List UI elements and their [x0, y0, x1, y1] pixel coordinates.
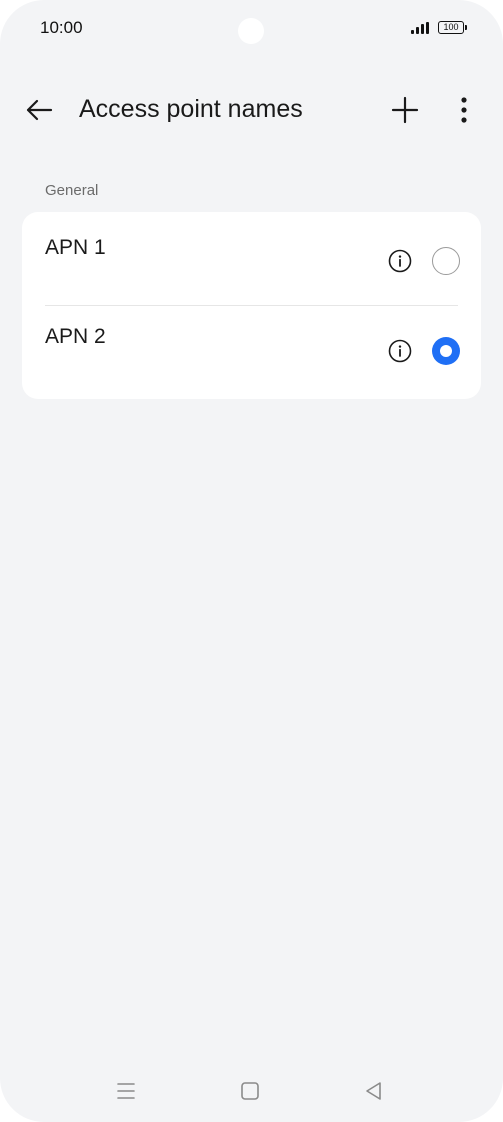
system-back-button[interactable] — [361, 1078, 387, 1104]
apn-2-radio[interactable] — [432, 337, 460, 365]
apn-row-2[interactable]: APN 2 — [22, 306, 481, 399]
camera-cutout — [238, 18, 264, 44]
menu-icon — [117, 1083, 135, 1099]
apn-1-radio[interactable] — [432, 247, 460, 275]
apn-row-1[interactable]: APN 1 — [22, 212, 481, 305]
back-button[interactable] — [22, 92, 58, 128]
more-vertical-icon — [461, 97, 467, 123]
apn-list-card: APN 1 APN 2 — [22, 212, 481, 399]
signal-icon — [411, 22, 433, 34]
apn-label: APN 2 — [45, 325, 106, 348]
apn-label: APN 1 — [45, 236, 106, 259]
more-options-button[interactable] — [452, 92, 476, 128]
apn-2-info-button[interactable] — [388, 339, 412, 363]
arrow-left-icon — [26, 99, 53, 121]
add-apn-button[interactable] — [388, 92, 422, 128]
recent-apps-button[interactable] — [113, 1078, 139, 1104]
home-icon — [241, 1082, 259, 1100]
apn-1-info-button[interactable] — [388, 249, 412, 273]
phone-screen: 10:00 100 Access point names General APN… — [0, 0, 503, 1122]
back-triangle-icon — [366, 1082, 381, 1100]
info-icon — [388, 249, 412, 273]
plus-icon — [391, 96, 419, 124]
home-button[interactable] — [237, 1078, 263, 1104]
info-icon — [388, 339, 412, 363]
page-title: Access point names — [79, 95, 303, 123]
section-label-general: General — [45, 182, 99, 199]
status-time: 10:00 — [40, 18, 83, 37]
battery-icon: 100 — [438, 21, 467, 34]
